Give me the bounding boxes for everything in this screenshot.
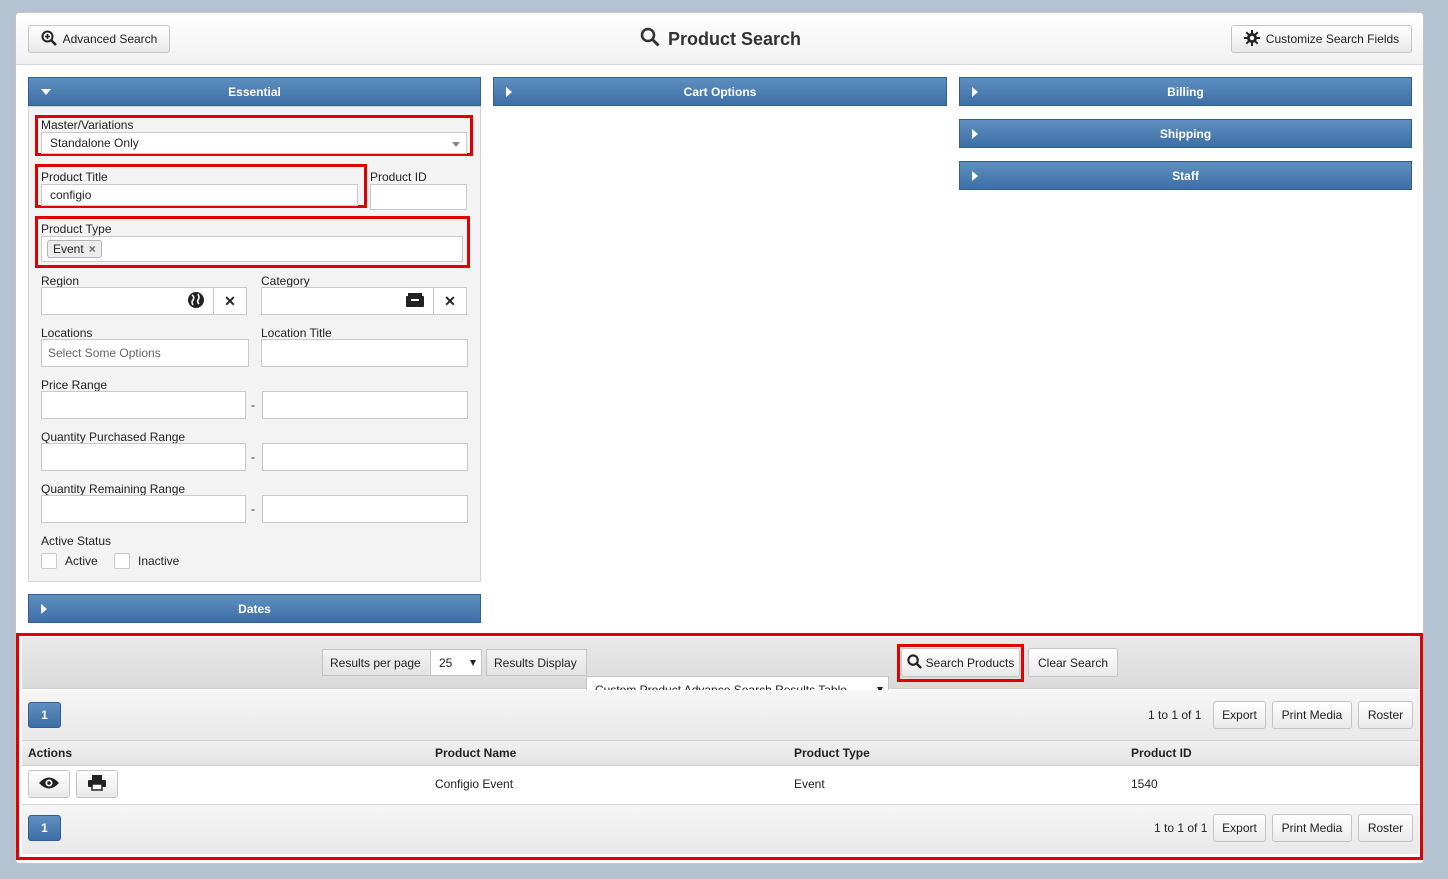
- active-checkbox[interactable]: [41, 553, 57, 569]
- region-clear-icon[interactable]: ✕: [213, 287, 247, 315]
- range-separator: -: [251, 398, 255, 412]
- locations-placeholder: Select Some Options: [48, 346, 161, 360]
- locations-label: Locations: [41, 326, 93, 340]
- location-title-input[interactable]: [261, 339, 468, 367]
- highlight-results-area: [16, 633, 1423, 860]
- gear-icon: [1243, 29, 1260, 49]
- essential-section-header[interactable]: Essential: [28, 77, 481, 106]
- billing-section-header[interactable]: Billing: [959, 77, 1412, 106]
- advanced-search-label: Advanced Search: [62, 32, 158, 46]
- search-icon: [640, 27, 660, 52]
- product-title-value: configio: [50, 188, 92, 202]
- product-type-label: Product Type: [41, 222, 112, 236]
- essential-label: Essential: [228, 84, 281, 99]
- locations-input[interactable]: Select Some Options: [41, 339, 249, 367]
- range-separator: -: [251, 502, 255, 516]
- chevron-right-icon: [972, 87, 978, 97]
- product-id-label: Product ID: [370, 170, 427, 184]
- master-variations-label: Master/Variations: [41, 118, 134, 132]
- qty-remaining-max-input[interactable]: [262, 495, 468, 523]
- category-label: Category: [261, 274, 310, 288]
- zoom-in-icon: [41, 30, 57, 49]
- category-clear-icon[interactable]: ✕: [433, 287, 467, 315]
- dates-section-header[interactable]: Dates: [28, 594, 481, 623]
- customize-label: Customize Search Fields: [1265, 32, 1400, 46]
- cart-options-section-header[interactable]: Cart Options: [493, 77, 947, 106]
- location-title-label: Location Title: [261, 326, 332, 340]
- shipping-section-header[interactable]: Shipping: [959, 119, 1412, 148]
- product-id-input[interactable]: [370, 184, 467, 210]
- qty-remaining-label: Quantity Remaining Range: [41, 482, 186, 496]
- chevron-right-icon: [41, 604, 47, 614]
- shipping-label: Shipping: [1159, 126, 1212, 141]
- price-min-input[interactable]: [41, 391, 246, 419]
- dropdown-arrow-icon: [452, 142, 460, 147]
- cart-options-label: Cart Options: [683, 84, 757, 99]
- product-type-tag-label: Event: [53, 242, 84, 256]
- price-range-label: Price Range: [41, 378, 108, 392]
- region-input[interactable]: [41, 287, 214, 315]
- globe-icon[interactable]: [187, 291, 205, 312]
- advanced-search-button[interactable]: Advanced Search: [28, 25, 170, 53]
- staff-label: Staff: [1172, 168, 1199, 183]
- product-type-input[interactable]: Event ×: [41, 236, 463, 262]
- qty-remaining-min-input[interactable]: [41, 495, 246, 523]
- product-title-label: Product Title: [41, 170, 108, 184]
- chevron-down-icon: [41, 89, 51, 95]
- billing-label: Billing: [1167, 84, 1204, 99]
- active-checkbox-label: Active: [65, 554, 98, 568]
- category-input[interactable]: [261, 287, 434, 315]
- page-title-text: Product Search: [668, 28, 802, 49]
- range-separator: -: [251, 450, 255, 464]
- qty-purchased-min-input[interactable]: [41, 443, 246, 471]
- inactive-checkbox[interactable]: [114, 553, 130, 569]
- master-variations-select[interactable]: Standalone Only: [41, 132, 467, 154]
- region-label: Region: [41, 274, 80, 288]
- inbox-icon[interactable]: [405, 292, 425, 311]
- dates-label: Dates: [238, 601, 271, 616]
- chevron-right-icon: [506, 87, 512, 97]
- page-title: Product Search: [640, 26, 801, 52]
- qty-purchased-label: Quantity Purchased Range: [41, 430, 186, 444]
- product-title-input[interactable]: configio: [41, 184, 358, 206]
- chevron-right-icon: [972, 129, 978, 139]
- master-variations-value: Standalone Only: [50, 136, 139, 150]
- active-status-label: Active Status: [41, 534, 112, 548]
- qty-purchased-max-input[interactable]: [262, 443, 468, 471]
- customize-search-fields-button[interactable]: Customize Search Fields: [1231, 25, 1412, 53]
- remove-tag-icon[interactable]: ×: [89, 242, 96, 256]
- price-max-input[interactable]: [262, 391, 468, 419]
- staff-section-header[interactable]: Staff: [959, 161, 1412, 190]
- inactive-checkbox-label: Inactive: [138, 554, 180, 568]
- product-type-tag: Event ×: [47, 240, 102, 258]
- chevron-right-icon: [972, 171, 978, 181]
